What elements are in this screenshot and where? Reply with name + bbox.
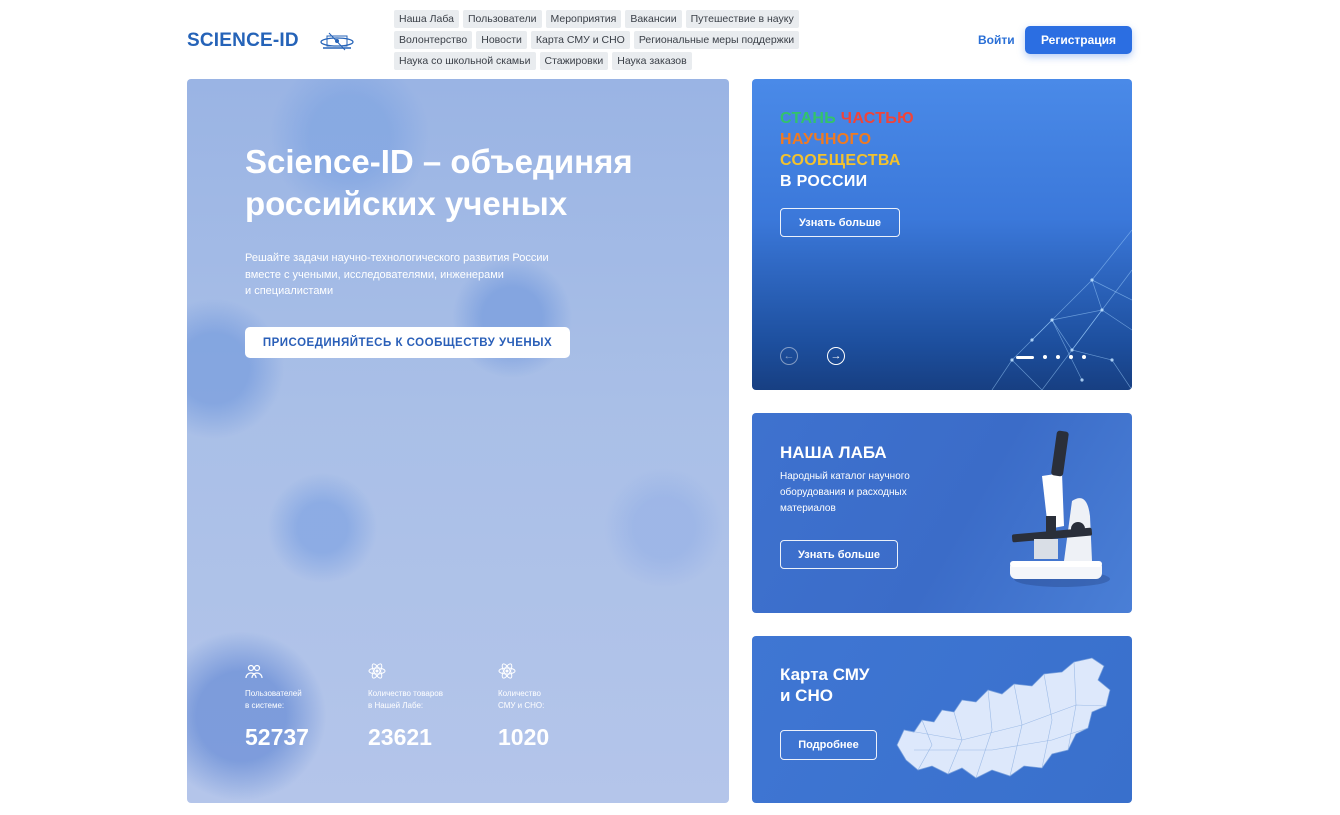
map-details-button[interactable]: Подробнее	[780, 730, 877, 760]
map-card-title-line: Карта СМУ	[780, 665, 870, 684]
logo[interactable]: SCIENCE-ID	[187, 30, 355, 52]
register-button[interactable]: Регистрация	[1025, 26, 1132, 54]
stat-value: 52737	[245, 724, 309, 750]
nav-item-nasha-laba[interactable]: Наша Лаба	[394, 10, 459, 28]
nav-item-school-science[interactable]: Наука со школьной скамьи	[394, 52, 536, 70]
hero-subtitle-line: Решайте задачи научно-технологического р…	[245, 252, 549, 264]
arrow-right-icon[interactable]: →	[827, 347, 845, 365]
microscope-icon	[1010, 430, 1110, 587]
slider-pagination	[1016, 355, 1086, 359]
nav-item-regional-support[interactable]: Региональные меры поддержки	[633, 31, 800, 49]
map-card-title-line: и СНО	[780, 686, 833, 705]
slogan-line: В РОССИИ	[780, 173, 868, 190]
nav-item-vacancies[interactable]: Вакансии	[625, 10, 682, 28]
slider-dot[interactable]	[1056, 355, 1060, 359]
nav-item-science-travel[interactable]: Путешествие в науку	[685, 10, 799, 28]
atom-icon	[368, 663, 386, 679]
hero-subtitle-line: и специалистами	[245, 285, 334, 297]
lab-learn-more-button[interactable]: Узнать больше	[780, 540, 898, 569]
slogan-line: НАУЧНОГО	[780, 131, 872, 148]
banner-learn-more-button[interactable]: Узнать больше	[780, 208, 900, 237]
banner-slider: СТАНЬ ЧАСТЬЮ НАУЧНОГО СООБЩЕСТВА В РОССИ…	[752, 79, 1132, 390]
slider-dot[interactable]	[1069, 355, 1073, 359]
slider-dot[interactable]	[1043, 355, 1047, 359]
stat-users: Пользователей в системе: 52737	[245, 662, 335, 751]
nav-item-users[interactable]: Пользователи	[462, 10, 542, 28]
hero-panel: Science-ID – объединяя российских ученых…	[187, 79, 729, 803]
main-nav: Наша Лаба Пользователи Мероприятия Вакан…	[394, 10, 804, 70]
map-card-title: Карта СМУ и СНО	[780, 664, 870, 706]
atom-icon	[498, 663, 516, 679]
lab-card-title: НАША ЛАБА	[780, 443, 887, 462]
stat-label: Количество товаров в Нашей Лабе:	[368, 689, 443, 710]
users-icon	[245, 664, 263, 679]
slogan-line: СТАНЬ ЧАСТЬЮ	[780, 110, 914, 127]
stat-products: Количество товаров в Нашей Лабе: 23621	[368, 662, 458, 751]
login-link[interactable]: Войти	[978, 33, 1015, 47]
hero-subtitle: Решайте задачи научно-технологического р…	[245, 250, 575, 300]
logo-icon	[320, 32, 354, 51]
stat-value: 23621	[368, 724, 432, 750]
nav-item-smu-sno-map[interactable]: Карта СМУ и СНО	[530, 31, 630, 49]
russia-map-icon	[896, 657, 1111, 779]
page: SCIENCE-ID Наша Лаба Пользователи Меропр…	[0, 0, 1340, 815]
slogan-line: СООБЩЕСТВА	[780, 152, 901, 169]
arrow-left-icon[interactable]: ←	[780, 347, 798, 365]
smu-sno-map-card: Карта СМУ и СНО Подробнее	[752, 636, 1132, 803]
nav-item-internships[interactable]: Стажировки	[539, 52, 609, 70]
logo-text: SCIENCE-ID	[187, 30, 299, 51]
stat-label: Пользователей в системе:	[245, 689, 302, 710]
banner-slogan: СТАНЬ ЧАСТЬЮ НАУЧНОГО СООБЩЕСТВА В РОССИ…	[780, 108, 914, 192]
nav-item-science-orders[interactable]: Наука заказов	[612, 52, 692, 70]
network-mesh-decoration	[991, 229, 1132, 390]
nasha-laba-card: НАША ЛАБА Народный каталог научного обор…	[752, 413, 1132, 613]
stat-label: Количество СМУ и СНО:	[498, 689, 545, 710]
nav-item-events[interactable]: Мероприятия	[545, 10, 622, 28]
hero-subtitle-line: вместе с учеными, исследователями, инжен…	[245, 268, 504, 281]
stat-value: 1020	[498, 724, 550, 750]
join-community-button[interactable]: ПРИСОЕДИНЯЙТЕСЬ К СООБЩЕСТВУ УЧЕНЫХ	[245, 327, 570, 358]
stat-smu-sno: Количество СМУ и СНО: 1020	[498, 662, 588, 751]
nav-item-news[interactable]: Новости	[476, 31, 527, 49]
slider-dot[interactable]	[1082, 355, 1086, 359]
hero-title: Science-ID – объединяя российских ученых	[245, 143, 633, 222]
nav-item-volunteering[interactable]: Волонтерство	[394, 31, 473, 49]
slider-dot-active[interactable]	[1016, 355, 1034, 359]
lab-card-description: Народный каталог научного оборудования и…	[780, 471, 910, 514]
